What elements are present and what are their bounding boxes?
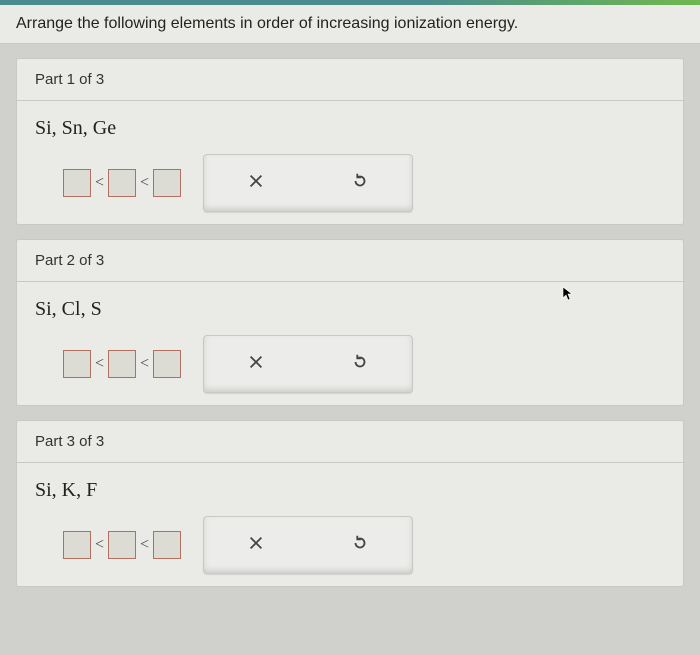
answer-slot[interactable] [108, 531, 136, 559]
elements-list: Si, K, F [35, 479, 665, 502]
undo-icon [351, 353, 369, 376]
close-icon [247, 172, 265, 195]
answer-slot[interactable] [153, 350, 181, 378]
reset-button[interactable] [345, 530, 375, 560]
undo-icon [351, 534, 369, 557]
answer-boxes: < < [63, 531, 181, 559]
less-than: < [95, 355, 104, 373]
clear-button[interactable] [241, 349, 271, 379]
part-header: Part 3 of 3 [17, 421, 683, 463]
answer-slot[interactable] [63, 169, 91, 197]
answer-slot[interactable] [108, 169, 136, 197]
action-panel [203, 516, 413, 574]
less-than: < [95, 536, 104, 554]
less-than: < [140, 355, 149, 373]
close-icon [247, 534, 265, 557]
answer-slot[interactable] [63, 350, 91, 378]
reset-button[interactable] [345, 349, 375, 379]
undo-icon [351, 172, 369, 195]
action-panel [203, 154, 413, 212]
part-header: Part 1 of 3 [17, 59, 683, 101]
clear-button[interactable] [241, 168, 271, 198]
reset-button[interactable] [345, 168, 375, 198]
part-header: Part 2 of 3 [17, 240, 683, 282]
part-card-3: Part 3 of 3 Si, K, F < < [16, 420, 684, 587]
answer-slot[interactable] [63, 531, 91, 559]
answer-slot[interactable] [153, 169, 181, 197]
answer-slot[interactable] [108, 350, 136, 378]
elements-list: Si, Cl, S [35, 298, 665, 321]
clear-button[interactable] [241, 530, 271, 560]
action-panel [203, 335, 413, 393]
answer-slot[interactable] [153, 531, 181, 559]
less-than: < [140, 536, 149, 554]
question-text: Arrange the following elements in order … [0, 5, 700, 44]
close-icon [247, 353, 265, 376]
less-than: < [95, 174, 104, 192]
less-than: < [140, 174, 149, 192]
part-card-2: Part 2 of 3 Si, Cl, S < < [16, 239, 684, 406]
answer-boxes: < < [63, 169, 181, 197]
elements-list: Si, Sn, Ge [35, 117, 665, 140]
part-card-1: Part 1 of 3 Si, Sn, Ge < < [16, 58, 684, 225]
answer-boxes: < < [63, 350, 181, 378]
